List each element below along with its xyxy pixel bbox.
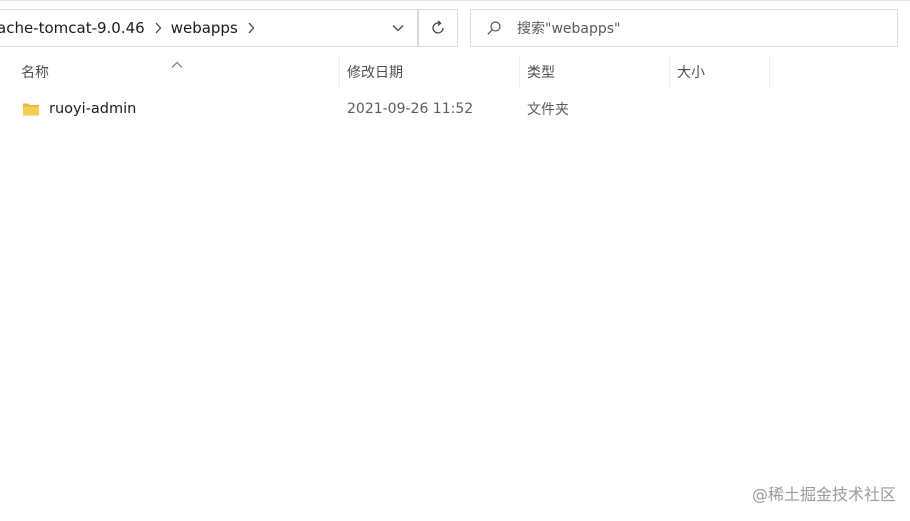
address-bar[interactable]: ache-tomcat-9.0.46 webapps	[0, 9, 418, 47]
refresh-icon	[432, 20, 444, 34]
column-header-type[interactable]: 类型	[520, 56, 670, 88]
search-icon	[471, 20, 517, 36]
column-header-date-modified[interactable]: 修改日期	[340, 56, 520, 88]
column-header-name[interactable]: 名称	[0, 56, 340, 88]
folder-icon	[23, 103, 39, 116]
breadcrumb-item[interactable]: ache-tomcat-9.0.46	[0, 19, 145, 37]
breadcrumb-separator-icon[interactable]	[145, 22, 171, 34]
file-name-cell: ruoyi-admin	[22, 94, 136, 124]
window-top-border	[0, 0, 910, 1]
column-header-size[interactable]: 大小	[670, 56, 770, 88]
file-name: ruoyi-admin	[49, 101, 137, 117]
watermark: @稀土掘金技术社区	[751, 485, 896, 504]
refresh-button[interactable]	[418, 9, 458, 47]
search-placeholder: 搜索"webapps"	[517, 21, 621, 37]
file-type: 文件夹	[527, 102, 569, 118]
file-list-row[interactable]: ruoyi-admin 2021-09-26 11:52 文件夹	[0, 94, 770, 124]
address-history-dropdown[interactable]	[379, 10, 417, 46]
breadcrumb-separator-icon[interactable]	[238, 22, 264, 34]
chevron-down-icon	[392, 25, 404, 32]
file-date-modified: 2021-09-26 11:52	[347, 101, 474, 117]
search-input[interactable]: 搜索"webapps"	[470, 9, 898, 47]
breadcrumb-item[interactable]: webapps	[171, 19, 238, 37]
